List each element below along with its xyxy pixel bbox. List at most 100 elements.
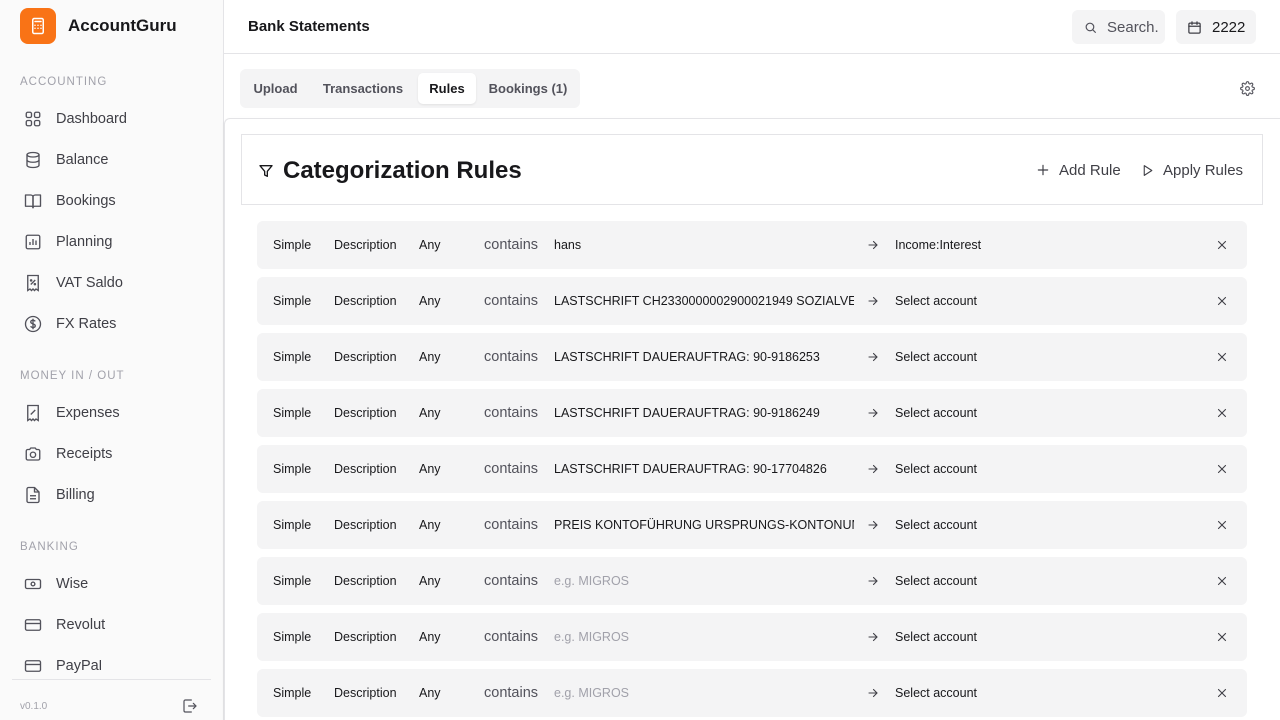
rule-field-select[interactable]: Description bbox=[334, 277, 397, 325]
rule-scope-select[interactable]: Any bbox=[419, 445, 441, 493]
sidebar-item-label: Revolut bbox=[56, 617, 106, 633]
rule-field-select[interactable]: Description bbox=[334, 557, 397, 605]
rule-type-select[interactable]: Simple bbox=[273, 613, 311, 661]
rule-scope-select[interactable]: Any bbox=[419, 669, 441, 717]
rule-operator-select[interactable]: contains bbox=[484, 501, 538, 549]
rule-operator-select[interactable]: contains bbox=[484, 613, 538, 661]
tab-upload[interactable]: Upload bbox=[244, 73, 307, 104]
rule-type-select[interactable]: Simple bbox=[273, 389, 311, 437]
sidebar-item-wise[interactable]: Wise bbox=[16, 567, 208, 601]
rule-value-text: hans bbox=[554, 238, 582, 252]
rule-operator-select[interactable]: contains bbox=[484, 389, 538, 437]
rule-value-input[interactable]: e.g. MIGROS bbox=[554, 557, 854, 605]
rule-field-select[interactable]: Description bbox=[334, 221, 397, 269]
rule-type-select[interactable]: Simple bbox=[273, 221, 311, 269]
rule-row: Simple Description Any contains LASTSCHRIFT … bbox=[257, 445, 1247, 493]
rule-operator-select[interactable]: contains bbox=[484, 333, 538, 381]
rule-value-input[interactable]: LASTSCHRIFT CH2330000002900021949 SOZIAL… bbox=[554, 277, 854, 325]
rule-account-select[interactable]: Select account bbox=[895, 389, 977, 437]
apply-rules-button[interactable]: Apply Rules bbox=[1139, 159, 1243, 181]
sidebar-item-vat-saldo[interactable]: VAT Saldo bbox=[16, 266, 208, 300]
rule-type-select[interactable]: Simple bbox=[273, 445, 311, 493]
rule-value-text: LASTSCHRIFT DAUERAUFTRAG: 90-9186253 bbox=[554, 350, 820, 364]
close-icon[interactable] bbox=[1215, 501, 1229, 549]
rule-operator-select[interactable]: contains bbox=[484, 557, 538, 605]
sidebar-item-label: FX Rates bbox=[56, 316, 117, 332]
rule-account-select[interactable]: Select account bbox=[895, 669, 977, 717]
rule-type-select[interactable]: Simple bbox=[273, 557, 311, 605]
close-icon[interactable] bbox=[1215, 669, 1229, 717]
close-icon[interactable] bbox=[1215, 445, 1229, 493]
rule-account-select[interactable]: Select account bbox=[895, 445, 977, 493]
brand[interactable]: AccountGuru bbox=[20, 8, 177, 44]
sidebar-item-billing[interactable]: Billing bbox=[16, 478, 208, 512]
rule-value-input[interactable]: LASTSCHRIFT DAUERAUFTRAG: 90-9186253 bbox=[554, 333, 854, 381]
rule-account-select[interactable]: Select account bbox=[895, 613, 977, 661]
sidebar-item-balance[interactable]: Balance bbox=[16, 143, 208, 177]
rule-value-input[interactable]: LASTSCHRIFT DAUERAUFTRAG: 90-17704826 bbox=[554, 445, 854, 493]
rule-field-select[interactable]: Description bbox=[334, 501, 397, 549]
rule-value-text: PREIS KONTOFÜHRUNG URSPRUNGS-KONTONUMMER bbox=[554, 518, 854, 532]
close-icon[interactable] bbox=[1215, 333, 1229, 381]
sidebar-item-label: VAT Saldo bbox=[56, 275, 123, 291]
add-rule-label: Add Rule bbox=[1059, 161, 1121, 179]
year-selector[interactable]: 2222 bbox=[1176, 10, 1256, 44]
sidebar: AccountGuru ACCOUNTING Dashboard Balance… bbox=[0, 0, 224, 720]
close-icon[interactable] bbox=[1215, 389, 1229, 437]
rule-operator-select[interactable]: contains bbox=[484, 277, 538, 325]
tab-bookings[interactable]: Bookings (1) bbox=[483, 73, 573, 104]
sidebar-item-dashboard[interactable]: Dashboard bbox=[16, 102, 208, 136]
rule-scope-select[interactable]: Any bbox=[419, 221, 441, 269]
rule-scope-select[interactable]: Any bbox=[419, 557, 441, 605]
gear-icon[interactable] bbox=[1239, 80, 1256, 97]
rule-field-select[interactable]: Description bbox=[334, 613, 397, 661]
sidebar-item-revolut[interactable]: Revolut bbox=[16, 608, 208, 642]
logout-icon[interactable] bbox=[181, 697, 199, 715]
close-icon[interactable] bbox=[1215, 221, 1229, 269]
rule-operator-select[interactable]: contains bbox=[484, 445, 538, 493]
sidebar-item-expenses[interactable]: Expenses bbox=[16, 396, 208, 430]
sidebar-item-bookings[interactable]: Bookings bbox=[16, 184, 208, 218]
rule-row: Simple Description Any contains PREIS KONTOF… bbox=[257, 501, 1247, 549]
rule-type-select[interactable]: Simple bbox=[273, 669, 311, 717]
rule-type-select[interactable]: Simple bbox=[273, 501, 311, 549]
tab-rules[interactable]: Rules bbox=[418, 73, 476, 104]
sidebar-item-fx-rates[interactable]: FX Rates bbox=[16, 307, 208, 341]
rule-operator-select[interactable]: contains bbox=[484, 669, 538, 717]
rule-account-select[interactable]: Income:Interest bbox=[895, 221, 981, 269]
rule-field-select[interactable]: Description bbox=[334, 669, 397, 717]
rule-field-select[interactable]: Description bbox=[334, 445, 397, 493]
sidebar-item-receipts[interactable]: Receipts bbox=[16, 437, 208, 471]
rule-account-select[interactable]: Select account bbox=[895, 557, 977, 605]
rule-value-input[interactable]: PREIS KONTOFÜHRUNG URSPRUNGS-KONTONUMMER bbox=[554, 501, 854, 549]
search-button[interactable]: Search. bbox=[1072, 10, 1165, 44]
rule-scope-select[interactable]: Any bbox=[419, 389, 441, 437]
rule-value-input[interactable]: e.g. MIGROS bbox=[554, 669, 854, 717]
rule-type-select[interactable]: Simple bbox=[273, 277, 311, 325]
rule-field-select[interactable]: Description bbox=[334, 389, 397, 437]
sidebar-item-label: Billing bbox=[56, 487, 95, 503]
rule-account-select[interactable]: Select account bbox=[895, 277, 977, 325]
rule-type-select[interactable]: Simple bbox=[273, 333, 311, 381]
sidebar-item-paypal[interactable]: PayPal bbox=[16, 660, 208, 678]
close-icon[interactable] bbox=[1215, 613, 1229, 661]
rule-scope-select[interactable]: Any bbox=[419, 277, 441, 325]
sidebar-item-planning[interactable]: Planning bbox=[16, 225, 208, 259]
rule-account-select[interactable]: Select account bbox=[895, 333, 977, 381]
rule-scope-select[interactable]: Any bbox=[419, 333, 441, 381]
close-icon[interactable] bbox=[1215, 557, 1229, 605]
rule-value-input[interactable]: hans bbox=[554, 221, 854, 269]
rule-value-input[interactable]: e.g. MIGROS bbox=[554, 613, 854, 661]
tab-transactions[interactable]: Transactions bbox=[313, 73, 413, 104]
rule-operator-select[interactable]: contains bbox=[484, 221, 538, 269]
rule-scope-select[interactable]: Any bbox=[419, 501, 441, 549]
rule-scope-select[interactable]: Any bbox=[419, 613, 441, 661]
rule-account-select[interactable]: Select account bbox=[895, 501, 977, 549]
nav-section-banking: BANKING bbox=[20, 541, 79, 553]
rule-field-select[interactable]: Description bbox=[334, 333, 397, 381]
add-rule-button[interactable]: Add Rule bbox=[1035, 159, 1121, 181]
wallet-icon bbox=[24, 660, 42, 675]
rule-value-input[interactable]: LASTSCHRIFT DAUERAUFTRAG: 90-9186249 bbox=[554, 389, 854, 437]
search-icon bbox=[1084, 21, 1097, 34]
close-icon[interactable] bbox=[1215, 277, 1229, 325]
